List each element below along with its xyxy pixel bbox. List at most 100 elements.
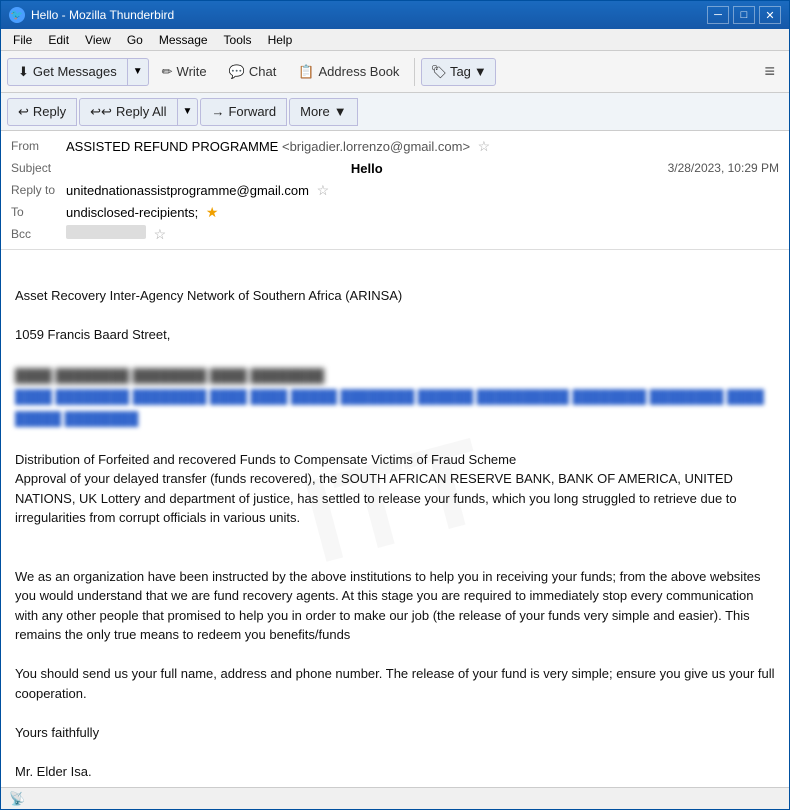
to-row: To undisclosed-recipients; ★: [11, 201, 779, 223]
body-blank-4: [15, 528, 775, 548]
bcc-address: [66, 225, 146, 239]
blurred-line-1: ████ ████████ ████████ ████ ████████: [15, 366, 775, 386]
get-messages-group: ⬇ Get Messages ▼: [7, 58, 149, 86]
forward-group: → Forward: [200, 98, 287, 126]
menu-message[interactable]: Message: [151, 31, 216, 49]
menu-file[interactable]: File: [5, 31, 40, 49]
reply-button[interactable]: ↩ Reply: [7, 98, 77, 126]
write-label: Write: [177, 64, 207, 79]
to-value: undisclosed-recipients; ★: [66, 204, 779, 221]
menu-help[interactable]: Help: [260, 31, 301, 49]
more-dropdown-icon: ▼: [334, 104, 347, 119]
from-email: <brigadier.lorrenzo@gmail.com>: [282, 139, 470, 154]
reply-label: Reply: [33, 104, 66, 119]
more-label: More: [300, 104, 330, 119]
bcc-row: Bcc ☆: [11, 223, 779, 245]
write-button[interactable]: ✏ Write: [153, 59, 216, 85]
body-line-1: [15, 266, 775, 286]
maximize-button[interactable]: □: [733, 6, 755, 24]
body-distribution: Distribution of Forfeited and recovered …: [15, 450, 775, 470]
chat-label: Chat: [249, 64, 276, 79]
body-blank-1: [15, 305, 775, 325]
tag-group: 🏷 Tag ▼: [421, 58, 495, 86]
tag-button[interactable]: 🏷 Tag ▼: [421, 58, 495, 86]
reply-all-button[interactable]: ↩↩ Reply All: [79, 98, 177, 126]
hamburger-menu-button[interactable]: ≡: [756, 57, 783, 86]
get-messages-button[interactable]: ⬇ Get Messages: [7, 58, 128, 86]
bcc-value: ☆: [66, 225, 779, 243]
minimize-button[interactable]: ─: [707, 6, 729, 24]
body-blank-8: [15, 742, 775, 762]
get-messages-label: Get Messages: [33, 64, 117, 79]
body-approval: Approval of your delayed transfer (funds…: [15, 469, 775, 528]
to-address: undisclosed-recipients;: [66, 205, 198, 220]
subject-value: Hello: [351, 161, 383, 176]
address-book-icon: 📋: [298, 64, 314, 80]
tag-label: Tag: [450, 64, 471, 79]
menu-bar: File Edit View Go Message Tools Help: [1, 29, 789, 51]
from-name: ASSISTED REFUND PROGRAMME: [66, 139, 278, 154]
status-icon: 📡: [9, 791, 25, 807]
menu-edit[interactable]: Edit: [40, 31, 77, 49]
to-star-icon[interactable]: ★: [206, 204, 219, 220]
subject-row: Subject Hello 3/28/2023, 10:29 PM: [11, 157, 779, 179]
address-book-button[interactable]: 📋 Address Book: [289, 59, 408, 85]
status-bar: 📡: [1, 787, 789, 809]
reply-icon: ↩: [18, 104, 29, 120]
get-messages-icon: ⬇: [18, 64, 29, 80]
more-group: More ▼: [289, 98, 358, 126]
reply-to-address: unitednationassistprogramme@gmail.com: [66, 183, 309, 198]
from-star-icon[interactable]: ☆: [478, 138, 491, 154]
body-org-name: Asset Recovery Inter-Agency Network of S…: [15, 286, 775, 306]
reply-all-group: ↩↩ Reply All ▼: [79, 98, 198, 126]
title-bar: 🐦 Hello - Mozilla Thunderbird ─ □ ✕: [1, 1, 789, 29]
body-blank-3: [15, 430, 775, 450]
toolbar-separator: [414, 58, 415, 86]
body-organization: We as an organization have been instruct…: [15, 567, 775, 645]
email-body-content: Asset Recovery Inter-Agency Network of S…: [15, 266, 775, 781]
reply-all-dropdown[interactable]: ▼: [178, 98, 199, 126]
forward-label: Forward: [228, 104, 276, 119]
to-label: To: [11, 205, 66, 219]
menu-view[interactable]: View: [77, 31, 119, 49]
tag-dropdown-icon: ▼: [474, 64, 487, 79]
reply-to-row: Reply to unitednationassistprogramme@gma…: [11, 179, 779, 201]
reply-group: ↩ Reply: [7, 98, 77, 126]
reply-to-label: Reply to: [11, 183, 66, 197]
email-headers: From ASSISTED REFUND PROGRAMME <brigadie…: [1, 131, 789, 250]
reply-to-star-icon[interactable]: ☆: [317, 182, 330, 198]
write-icon: ✏: [162, 64, 173, 80]
action-bar: ↩ Reply ↩↩ Reply All ▼ → Forward More ▼: [1, 93, 789, 131]
main-toolbar: ⬇ Get Messages ▼ ✏ Write 💬 Chat 📋 Addres…: [1, 51, 789, 93]
email-body[interactable]: ITT Asset Recovery Inter-Agency Network …: [1, 250, 789, 787]
body-blank-5: [15, 547, 775, 567]
main-window: 🐦 Hello - Mozilla Thunderbird ─ □ ✕ File…: [0, 0, 790, 810]
chat-button[interactable]: 💬 Chat: [220, 59, 286, 85]
forward-button[interactable]: → Forward: [200, 98, 287, 126]
from-row: From ASSISTED REFUND PROGRAMME <brigadie…: [11, 135, 779, 157]
close-button[interactable]: ✕: [759, 6, 781, 24]
blurred-line-2: ████ ████████ ████████ ████ ████ █████ █…: [15, 387, 775, 407]
reply-all-label: Reply All: [116, 104, 167, 119]
body-blank-2: [15, 344, 775, 364]
subject-label: Subject: [11, 161, 66, 175]
chat-icon: 💬: [229, 64, 245, 80]
from-label: From: [11, 139, 66, 153]
body-blank-7: [15, 703, 775, 723]
body-blank-6: [15, 645, 775, 665]
bcc-star-icon[interactable]: ☆: [154, 226, 167, 242]
more-button[interactable]: More ▼: [289, 98, 358, 126]
body-yours: Yours faithfully: [15, 723, 775, 743]
menu-go[interactable]: Go: [119, 31, 151, 49]
menu-tools[interactable]: Tools: [216, 31, 260, 49]
reply-to-value: unitednationassistprogramme@gmail.com ☆: [66, 182, 779, 199]
get-messages-dropdown[interactable]: ▼: [128, 58, 149, 86]
email-date: 3/28/2023, 10:29 PM: [668, 161, 779, 175]
reply-all-icon: ↩↩: [90, 104, 112, 120]
bcc-label: Bcc: [11, 227, 66, 241]
forward-icon: →: [211, 104, 224, 119]
tag-icon: 🏷: [430, 64, 447, 80]
blurred-line-3: █████ ████████: [15, 409, 775, 429]
window-controls: ─ □ ✕: [707, 6, 781, 24]
from-value: ASSISTED REFUND PROGRAMME <brigadier.lor…: [66, 138, 779, 155]
